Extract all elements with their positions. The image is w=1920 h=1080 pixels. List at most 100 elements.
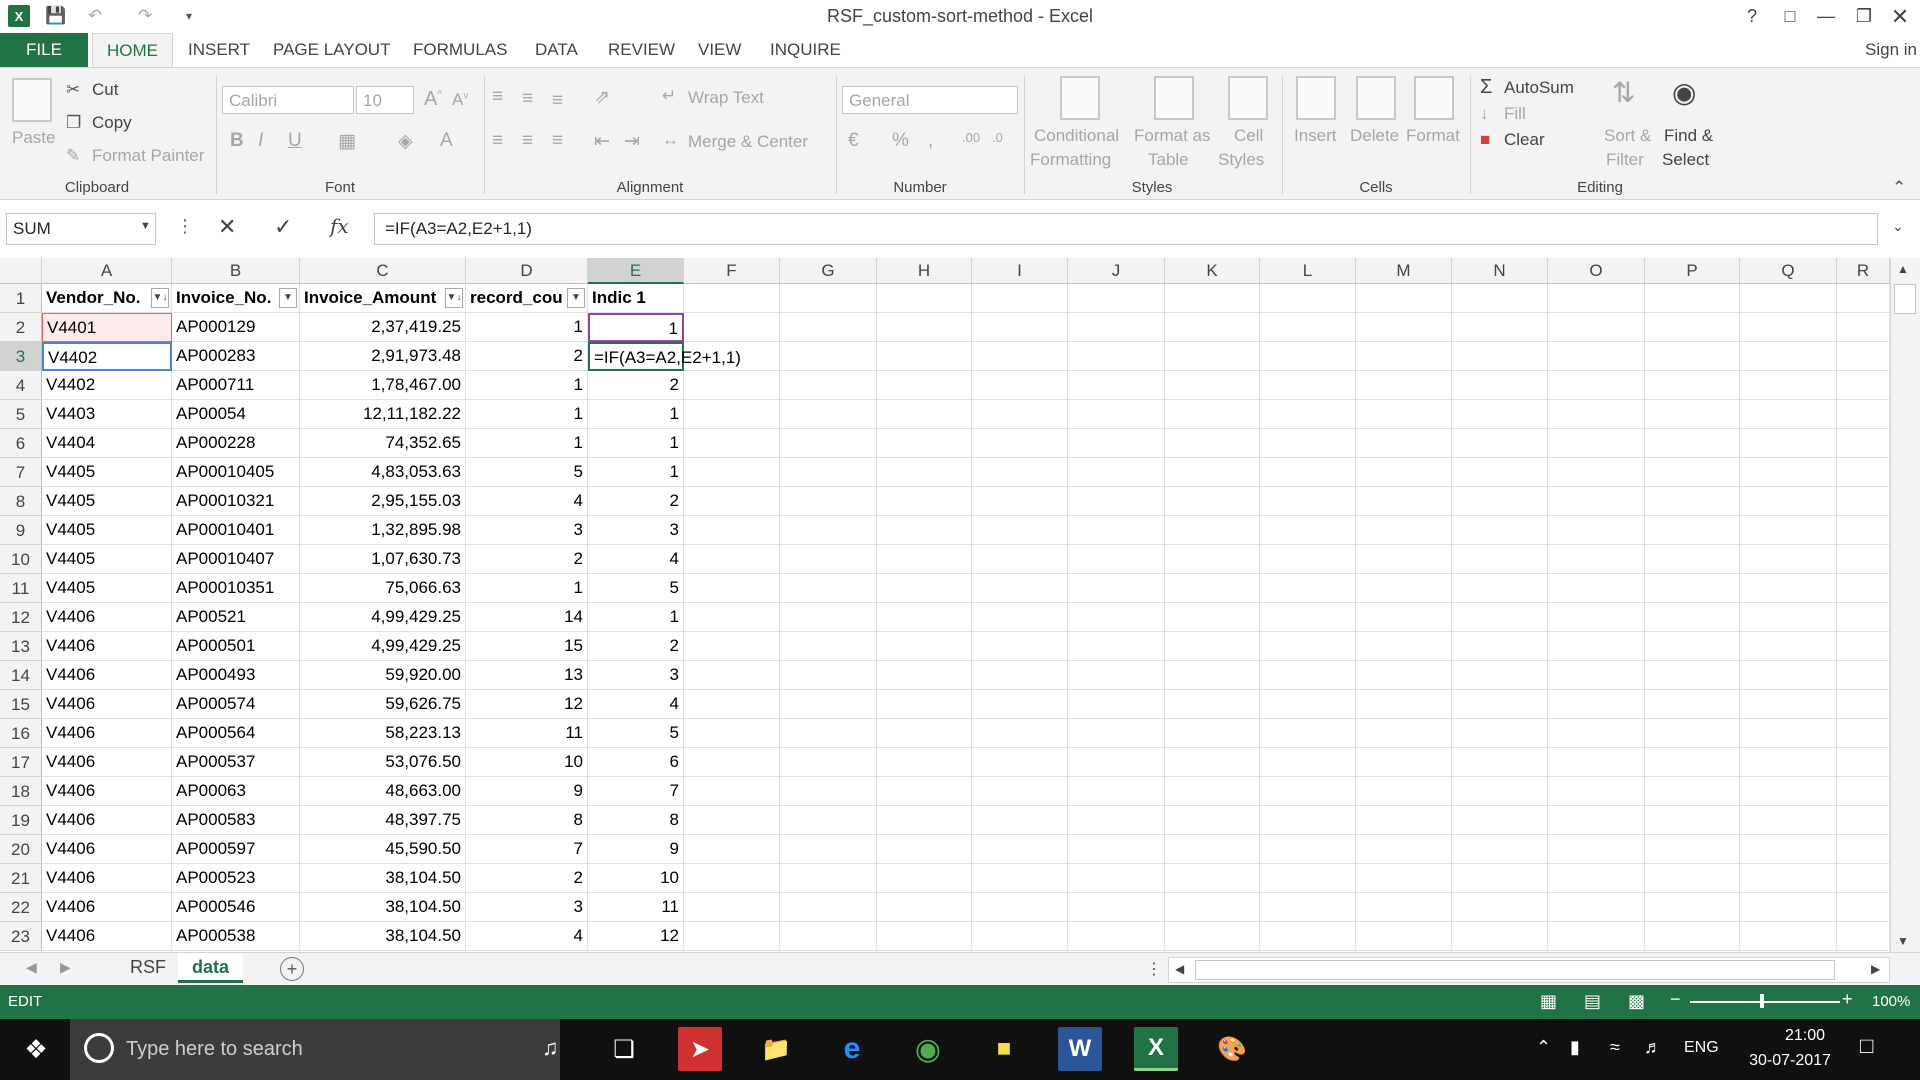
table-cell[interactable]: AP000129 xyxy=(172,313,300,342)
table-cell[interactable]: V4406 xyxy=(42,661,172,690)
header-cell[interactable]: Invoice_No. ▼ xyxy=(172,284,300,313)
table-cell[interactable]: V4404 xyxy=(42,429,172,458)
delete-button[interactable]: Delete xyxy=(1350,126,1399,146)
table-cell[interactable]: AP000711 xyxy=(172,371,300,400)
tab-file[interactable]: FILE xyxy=(0,33,88,67)
align-middle-icon[interactable]: ≡ xyxy=(522,88,533,110)
table-cell[interactable]: 7 xyxy=(588,777,684,806)
format-as-table-icon[interactable] xyxy=(1154,76,1194,120)
task-view-icon[interactable]: ❏ xyxy=(602,1027,646,1071)
cell-styles-icon[interactable] xyxy=(1228,76,1268,120)
table-cell[interactable]: AP00521 xyxy=(172,603,300,632)
table-cell[interactable]: AP000538 xyxy=(172,922,300,951)
table-cell[interactable]: V4406 xyxy=(42,806,172,835)
row-header[interactable]: 3 xyxy=(0,342,42,371)
table-cell[interactable]: AP000228 xyxy=(172,429,300,458)
font-color-icon[interactable]: A xyxy=(440,130,453,152)
row-header[interactable]: 20 xyxy=(0,835,42,864)
row-header[interactable]: 23 xyxy=(0,922,42,951)
table-cell[interactable]: V4402 xyxy=(42,342,172,371)
clear-button[interactable]: Clear xyxy=(1504,130,1545,150)
table-cell[interactable]: 7 xyxy=(466,835,588,864)
table-cell[interactable]: 4,99,429.25 xyxy=(300,603,466,632)
column-header-q[interactable]: Q xyxy=(1740,258,1837,284)
table-cell[interactable]: 1 xyxy=(588,313,684,342)
table-cell[interactable]: 58,223.13 xyxy=(300,719,466,748)
column-header-p[interactable]: P xyxy=(1645,258,1740,284)
table-cell[interactable]: 14 xyxy=(466,603,588,632)
column-header-j[interactable]: J xyxy=(1068,258,1165,284)
paint-icon[interactable]: 🎨 xyxy=(1210,1027,1254,1071)
number-format-select[interactable]: General xyxy=(842,86,1018,114)
column-header-l[interactable]: L xyxy=(1260,258,1356,284)
help-button[interactable]: ? xyxy=(1734,0,1770,33)
column-header-c[interactable]: C xyxy=(300,258,466,284)
sticky-notes-icon[interactable]: ■ xyxy=(982,1027,1026,1071)
fill-color-icon[interactable]: ◈ xyxy=(398,130,413,153)
align-center-icon[interactable]: ≡ xyxy=(522,130,533,152)
table-cell[interactable]: 2 xyxy=(588,371,684,400)
filter-dropdown-icon[interactable]: ▼ xyxy=(567,288,585,308)
find-select-button[interactable]: Find & xyxy=(1664,126,1713,146)
tab-review[interactable]: REVIEW xyxy=(608,33,675,67)
paste-button[interactable]: Paste xyxy=(12,128,55,148)
table-cell[interactable]: 38,104.50 xyxy=(300,893,466,922)
table-cell[interactable]: 48,397.75 xyxy=(300,806,466,835)
column-header-e[interactable]: E xyxy=(588,258,684,284)
table-cell[interactable]: 1 xyxy=(588,400,684,429)
column-header-o[interactable]: O xyxy=(1548,258,1645,284)
table-cell[interactable]: 2,37,419.25 xyxy=(300,313,466,342)
column-header-n[interactable]: N xyxy=(1452,258,1548,284)
zoom-out-button[interactable]: − xyxy=(1670,989,1681,1010)
row-header[interactable]: 10 xyxy=(0,545,42,574)
table-cell[interactable]: 9 xyxy=(588,835,684,864)
row-header[interactable]: 18 xyxy=(0,777,42,806)
font-size-select[interactable]: 10 xyxy=(356,86,414,114)
new-sheet-icon[interactable]: + xyxy=(280,957,304,981)
table-cell[interactable]: AP00063 xyxy=(172,777,300,806)
table-cell[interactable]: AP000523 xyxy=(172,864,300,893)
scroll-left-icon[interactable]: ◀ xyxy=(1175,962,1184,976)
table-cell[interactable]: 4,83,053.63 xyxy=(300,458,466,487)
italic-icon[interactable]: I xyxy=(258,130,263,152)
row-header[interactable]: 13 xyxy=(0,632,42,661)
table-cell[interactable]: 1 xyxy=(466,313,588,342)
delete-cells-icon[interactable] xyxy=(1356,76,1396,120)
table-cell[interactable]: V4406 xyxy=(42,719,172,748)
row-header[interactable]: 1 xyxy=(0,284,42,313)
align-bottom-icon[interactable]: ≡ xyxy=(552,90,563,112)
table-cell[interactable]: AP000493 xyxy=(172,661,300,690)
row-header[interactable]: 2 xyxy=(0,313,42,342)
windows-start-icon[interactable]: ❖ xyxy=(14,1027,58,1071)
table-cell[interactable]: 1 xyxy=(588,458,684,487)
borders-icon[interactable]: ▦ xyxy=(338,130,356,153)
table-cell[interactable]: V4406 xyxy=(42,603,172,632)
table-cell[interactable]: 1 xyxy=(588,429,684,458)
vertical-scroll-thumb[interactable] xyxy=(1894,284,1916,314)
minimize-button[interactable]: — xyxy=(1808,0,1844,33)
table-cell[interactable]: AP000564 xyxy=(172,719,300,748)
table-cell[interactable]: V4401 xyxy=(42,313,172,342)
table-cell[interactable]: 2 xyxy=(466,864,588,893)
table-cell[interactable]: 3 xyxy=(588,661,684,690)
header-cell[interactable]: Invoice_Amount ▼↓ xyxy=(300,284,466,313)
sign-in-link[interactable]: Sign in xyxy=(1865,33,1917,67)
row-header[interactable]: 11 xyxy=(0,574,42,603)
header-cell[interactable]: record_cou ▼ xyxy=(466,284,588,313)
table-cell[interactable]: AP000574 xyxy=(172,690,300,719)
word-icon[interactable]: W xyxy=(1058,1027,1102,1071)
table-cell[interactable]: 3 xyxy=(466,516,588,545)
edge-browser-icon[interactable]: e xyxy=(830,1027,874,1071)
table-cell[interactable]: V4406 xyxy=(42,893,172,922)
table-cell[interactable]: AP00054 xyxy=(172,400,300,429)
table-cell[interactable]: 74,352.65 xyxy=(300,429,466,458)
table-cell[interactable]: AP00010351 xyxy=(172,574,300,603)
battery-icon[interactable]: ▮ xyxy=(1570,1037,1580,1058)
horizontal-scrollbar[interactable]: ◀ ▶ xyxy=(1168,957,1890,983)
merge-center-button[interactable]: Merge & Center xyxy=(688,132,808,152)
row-header[interactable]: 22 xyxy=(0,893,42,922)
row-header[interactable]: 5 xyxy=(0,400,42,429)
active-edit-cell[interactable]: =IF(A3=A2,E2+1,1) xyxy=(588,342,741,371)
ribbon-display-options-icon[interactable]: □ xyxy=(1772,0,1808,33)
tab-splitter-icon[interactable]: ⋮ xyxy=(1146,959,1162,979)
